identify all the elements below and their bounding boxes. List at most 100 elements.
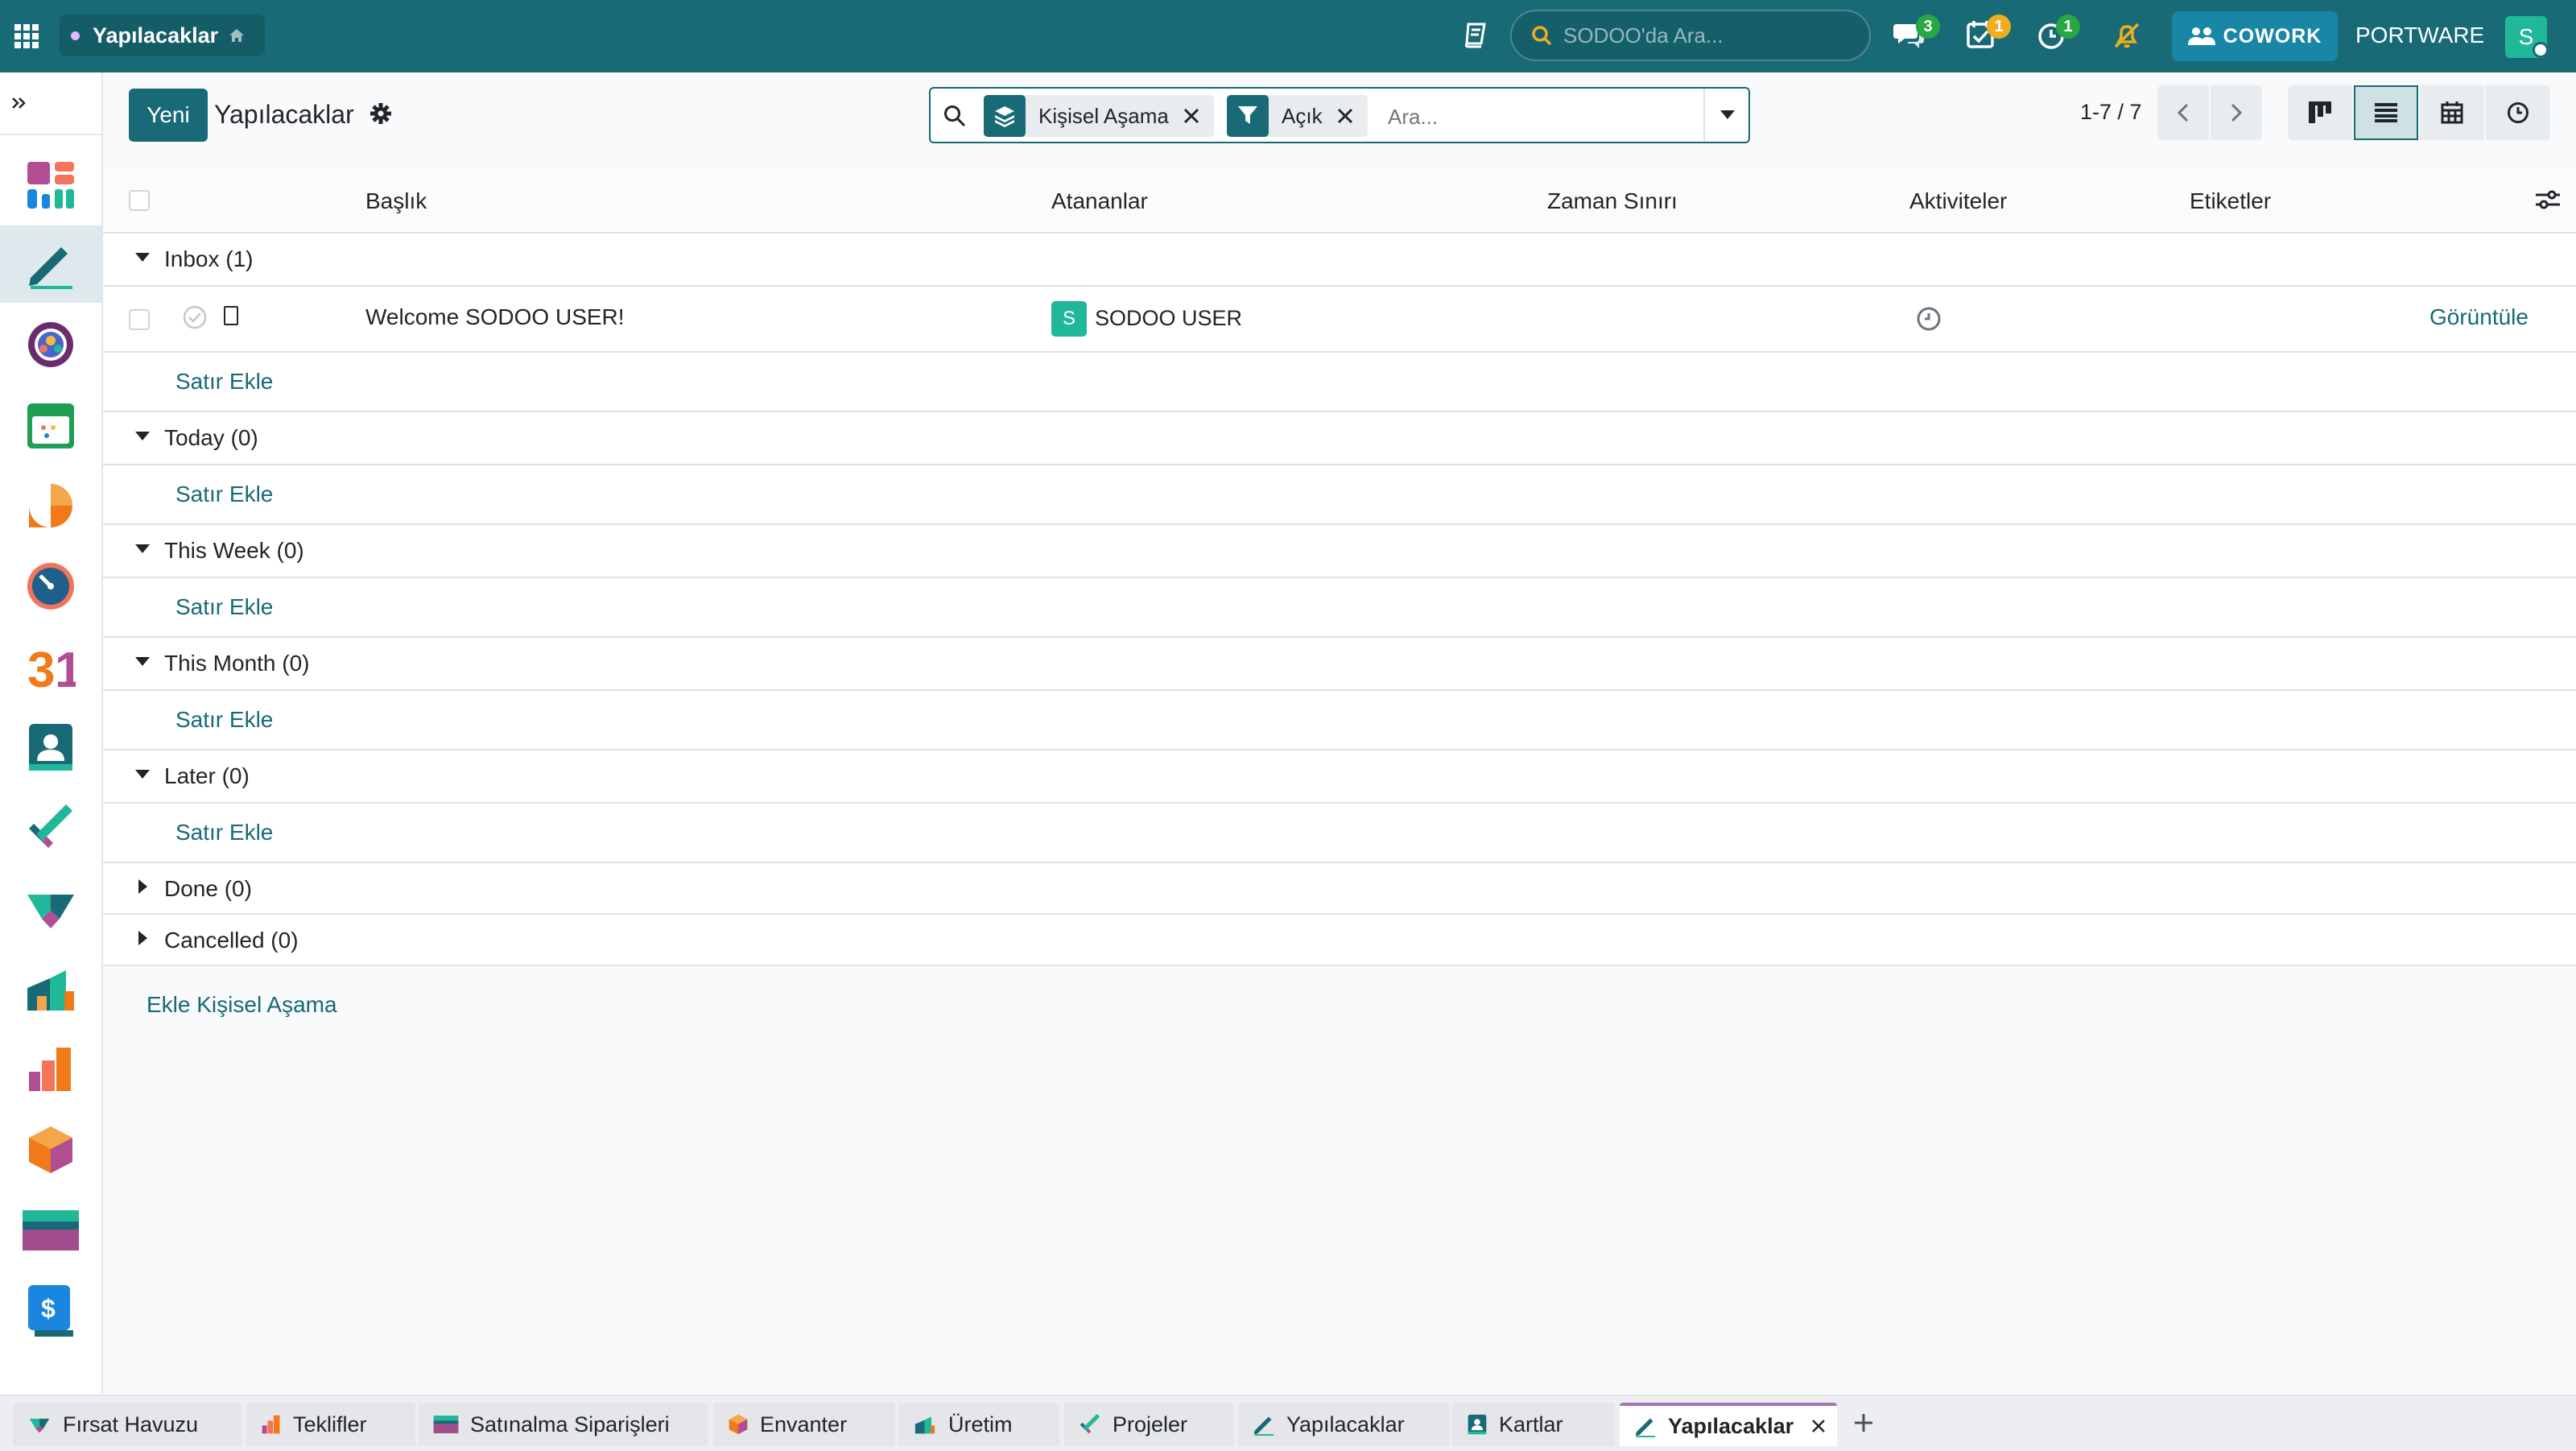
app-menu-icon[interactable]: [14, 24, 39, 48]
sidebar-app-invoicing[interactable]: $: [0, 1272, 101, 1350]
column-header-assignees[interactable]: Atananlar: [1051, 188, 1148, 214]
sidebar-app-crm[interactable]: [0, 870, 101, 947]
group-row-this-month[interactable]: This Month (0): [103, 638, 2576, 691]
sidebar-app-community[interactable]: [0, 306, 101, 383]
mark-done-icon[interactable]: [182, 304, 208, 330]
sidebar-expand-toggle[interactable]: [0, 72, 101, 135]
close-tab-icon[interactable]: [1811, 1419, 1826, 1433]
tab-manufacturing[interactable]: Üretim: [898, 1403, 1059, 1446]
assignee-avatar: S: [1051, 301, 1087, 337]
double-chevron-right-icon: [12, 97, 26, 109]
tab-todo-active[interactable]: Yapılacaklar: [1620, 1403, 1837, 1446]
search-icon: [943, 105, 966, 127]
group-row-this-week[interactable]: This Week (0): [103, 525, 2576, 578]
row-checkbox[interactable]: [129, 309, 150, 330]
caret-down-icon: [135, 657, 150, 666]
add-line-link[interactable]: Satır Ekle: [175, 369, 273, 395]
drag-handle-icon[interactable]: [224, 306, 238, 325]
knowledge-book-icon[interactable]: [1462, 21, 1489, 48]
add-personal-stage-link[interactable]: Ekle Kişisel Aşama: [147, 992, 337, 1018]
column-header-tags[interactable]: Etiketler: [2190, 188, 2271, 214]
sidebar-app-inventory[interactable]: [0, 1111, 101, 1188]
search-input[interactable]: [1386, 98, 1744, 135]
layers-icon: [984, 95, 1026, 137]
current-app-tab[interactable]: Yapılacaklar: [60, 14, 266, 56]
facet-group-by: Kişisel Aşama: [984, 95, 1214, 137]
sidebar-app-contacts[interactable]: [0, 709, 101, 786]
calendar-view-button[interactable]: [2420, 85, 2484, 140]
group-label: Today (0): [164, 425, 258, 450]
sidebar-app-todo[interactable]: [0, 225, 101, 303]
sidebar-app-project[interactable]: [0, 789, 101, 866]
tab-inventory[interactable]: Envanter: [713, 1403, 895, 1446]
tab-contacts[interactable]: Kartlar: [1452, 1403, 1615, 1446]
sidebar-app-purchase[interactable]: [0, 1192, 101, 1269]
pager-next-button[interactable]: [2211, 85, 2262, 140]
sales-icon: [262, 1415, 280, 1434]
sidebar-app-dashboard[interactable]: [0, 147, 101, 224]
group-row-today[interactable]: Today (0): [103, 412, 2576, 465]
caret-down-icon: [1720, 110, 1735, 119]
pager-previous-button[interactable]: [2157, 85, 2209, 140]
remove-facet-icon[interactable]: [1183, 108, 1199, 124]
select-all-checkbox[interactable]: [129, 190, 150, 211]
inventory-icon: [29, 1126, 72, 1173]
app-name: Yapılacaklar: [93, 23, 219, 48]
tab-project[interactable]: Projeler: [1064, 1403, 1233, 1446]
tab-todo[interactable]: Yapılacaklar: [1238, 1403, 1449, 1446]
calendar-green-icon: [27, 403, 74, 449]
group-label: Later (0): [164, 763, 250, 788]
purchase-icon: [433, 1416, 459, 1433]
search-options-toggle[interactable]: [1703, 89, 1750, 142]
kanban-view-button[interactable]: [2288, 85, 2352, 140]
group-row-done[interactable]: Done (0): [103, 863, 2576, 915]
sidebar-app-calendar-31[interactable]: 31: [0, 628, 101, 705]
company-switcher[interactable]: PORTWARE: [2355, 23, 2484, 48]
remove-facet-icon[interactable]: [1337, 108, 1353, 124]
home-icon[interactable]: [229, 29, 245, 42]
cowork-button[interactable]: COWORK: [2172, 11, 2338, 61]
assignee-avatar-initial: S: [1062, 308, 1075, 329]
tab-sales[interactable]: Teklifler: [246, 1403, 415, 1446]
sidebar-app-discuss[interactable]: [0, 467, 101, 544]
column-header-deadline[interactable]: Zaman Sınırı: [1547, 188, 1678, 214]
add-tab-icon[interactable]: [1855, 1414, 1872, 1432]
optional-columns-icon[interactable]: [2536, 188, 2560, 211]
add-line-today: Satır Ekle: [103, 465, 2576, 525]
sidebar-app-sales[interactable]: [0, 1031, 101, 1108]
global-search-input[interactable]: SODOO'da Ara...: [1510, 10, 1871, 61]
gear-icon[interactable]: [370, 103, 391, 124]
pager-value[interactable]: 1-7 / 7: [2080, 100, 2142, 125]
facet-filter: Açık: [1227, 95, 1368, 137]
add-line-link[interactable]: Satır Ekle: [175, 482, 273, 507]
calendar-31-icon: 31: [27, 643, 76, 692]
tab-purchase[interactable]: Satınalma Siparişleri: [419, 1403, 708, 1446]
notifications-muted-icon[interactable]: [2112, 21, 2141, 50]
tab-label: Teklifler: [293, 1412, 367, 1437]
group-row-later[interactable]: Later (0): [103, 750, 2576, 804]
filter-icon: [1227, 95, 1269, 137]
column-header-activities[interactable]: Aktiviteler: [1909, 188, 2007, 214]
group-label: This Month (0): [164, 651, 310, 676]
group-row-cancelled[interactable]: Cancelled (0): [103, 915, 2576, 966]
calendar-icon: [2441, 101, 2463, 124]
activity-view-button[interactable]: [2486, 85, 2550, 140]
activity-clock-icon[interactable]: [1916, 306, 1942, 332]
sidebar-app-manufacturing[interactable]: [0, 950, 101, 1027]
group-row-inbox[interactable]: Inbox (1): [103, 234, 2576, 287]
svg-text:3: 3: [27, 643, 55, 692]
sidebar-app-timesheet[interactable]: [0, 548, 101, 625]
tab-crm[interactable]: Fırsat Havuzu: [13, 1403, 242, 1446]
page-title: Yapılacaklar: [214, 100, 354, 129]
add-line-link[interactable]: Satır Ekle: [175, 707, 273, 733]
add-line-link[interactable]: Satır Ekle: [175, 594, 273, 620]
sidebar-app-calendar[interactable]: [0, 387, 101, 464]
add-line-link[interactable]: Satır Ekle: [175, 820, 273, 845]
todo-icon: [1253, 1416, 1274, 1436]
column-header-title[interactable]: Başlık: [365, 188, 427, 214]
new-record-button[interactable]: Yeni: [129, 89, 208, 142]
table-row[interactable]: Welcome SODOO USER! S SODOO USER Görüntü…: [103, 287, 2576, 353]
list-view-button[interactable]: [2354, 85, 2418, 140]
view-record-link[interactable]: Görüntüle: [2429, 304, 2529, 330]
tab-label: Üretim: [948, 1412, 1013, 1437]
